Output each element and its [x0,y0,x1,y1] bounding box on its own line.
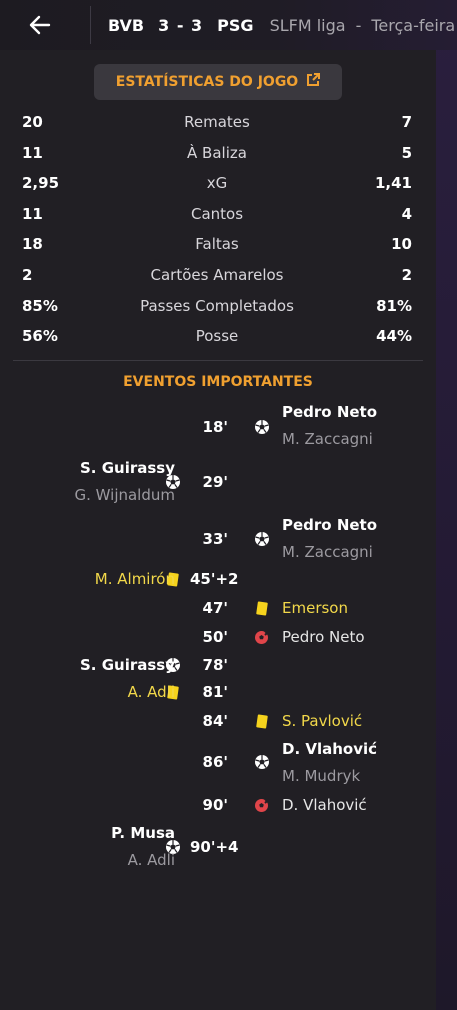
event-minute: 50' [202,628,228,646]
event-player[interactable]: S. Pavlović [282,711,362,731]
stat-away-value: 2 [401,266,412,284]
events-title: EVENTOS IMPORTANTES [123,374,313,390]
stat-row: 2,95 xG 1,41 [22,172,412,194]
stat-row: 2 Cartões Amarelos 2 [22,264,412,286]
event-player[interactable]: A. Adli [128,682,175,702]
stat-row: 20 Remates 7 [22,111,412,133]
event-minute: 90' [202,796,228,814]
stat-row: 56% Posse 44% [22,325,412,347]
soccer-ball-icon [254,419,270,435]
header-divider [90,6,91,44]
yellow-card-icon [256,714,268,729]
stat-row: 11 À Baliza 5 [22,142,412,164]
event-player[interactable]: Pedro Neto [282,627,365,647]
away-team: PSG [217,16,254,35]
header-separator: - [355,16,362,35]
stat-row: 11 Cantos 4 [22,203,412,225]
event-player[interactable]: Pedro Neto [282,402,377,422]
back-button[interactable] [22,7,58,43]
background-strip [436,0,457,1010]
top-bar: BVB 3 - 3 PSG SLFM liga - Terça-feira [0,0,457,50]
event-assist[interactable]: M. Mudryk [282,766,360,786]
section-divider [13,360,423,361]
event-minute: 86' [202,753,228,771]
stat-away-value: 81% [376,297,412,315]
event-minute: 18' [202,418,228,436]
match-stats-button[interactable]: ESTATÍSTICAS DO JOGO [94,64,342,100]
stat-away-value: 5 [401,144,412,162]
stat-away-value: 7 [401,113,412,131]
home-team: BVB [108,16,145,35]
stat-label: Faltas [195,235,239,253]
stat-label: Cartões Amarelos [150,266,284,284]
event-minute: 33' [202,530,228,548]
stat-label: À Baliza [187,144,247,162]
stat-label: Cantos [190,205,244,223]
event-player[interactable]: P. Musa [111,823,175,843]
stat-away-value: 10 [391,235,412,253]
event-minute: 47' [202,599,228,617]
league-name: SLFM liga [269,16,346,35]
event-player[interactable]: S. Guirassy [80,458,175,478]
stat-row: 18 Faltas 10 [22,233,412,255]
stat-away-value: 4 [401,205,412,223]
stat-label: Posse [195,327,239,345]
soccer-ball-icon [254,531,270,547]
match-stats-button-label: ESTATÍSTICAS DO JOGO [115,74,299,90]
event-minute: 45'+2 [190,570,239,588]
yellow-card-icon [256,601,268,616]
soccer-ball-icon [254,754,270,770]
event-minute: 84' [202,712,228,730]
missed-penalty-icon [254,629,270,645]
event-player[interactable]: D. Vlahović [282,795,367,815]
event-minute: 81' [202,683,228,701]
event-player[interactable]: D. Vlahović [282,739,377,759]
event-player[interactable]: Emerson [282,598,348,618]
event-player[interactable]: S. Guirassy [80,655,175,675]
stat-away-value: 1,41 [374,174,412,192]
event-minute: 90'+4 [190,838,239,856]
arrow-left-icon [29,15,51,35]
event-assist[interactable]: A. Adli [128,850,175,870]
stat-label: Passes Completados [140,297,294,315]
event-assist[interactable]: M. Zaccagni [282,542,373,562]
stat-row: 85% Passes Completados 81% [22,295,412,317]
stat-away-value: 44% [376,327,412,345]
event-assist[interactable]: M. Zaccagni [282,429,373,449]
stat-label: Remates [184,113,250,131]
missed-penalty-icon [254,797,270,813]
event-assist[interactable]: G. Wijnaldum [74,485,175,505]
match-day: Terça-feira [371,16,456,35]
event-player[interactable]: Pedro Neto [282,515,377,535]
event-minute: 29' [202,473,228,491]
match-score: 3 - 3 [158,16,204,35]
match-header: BVB 3 - 3 PSG SLFM liga - Terça-feira [108,16,455,36]
stat-label: xG [206,174,228,192]
event-minute: 78' [202,656,228,674]
external-link-icon [306,73,321,91]
event-player[interactable]: M. Almirón [95,569,175,589]
